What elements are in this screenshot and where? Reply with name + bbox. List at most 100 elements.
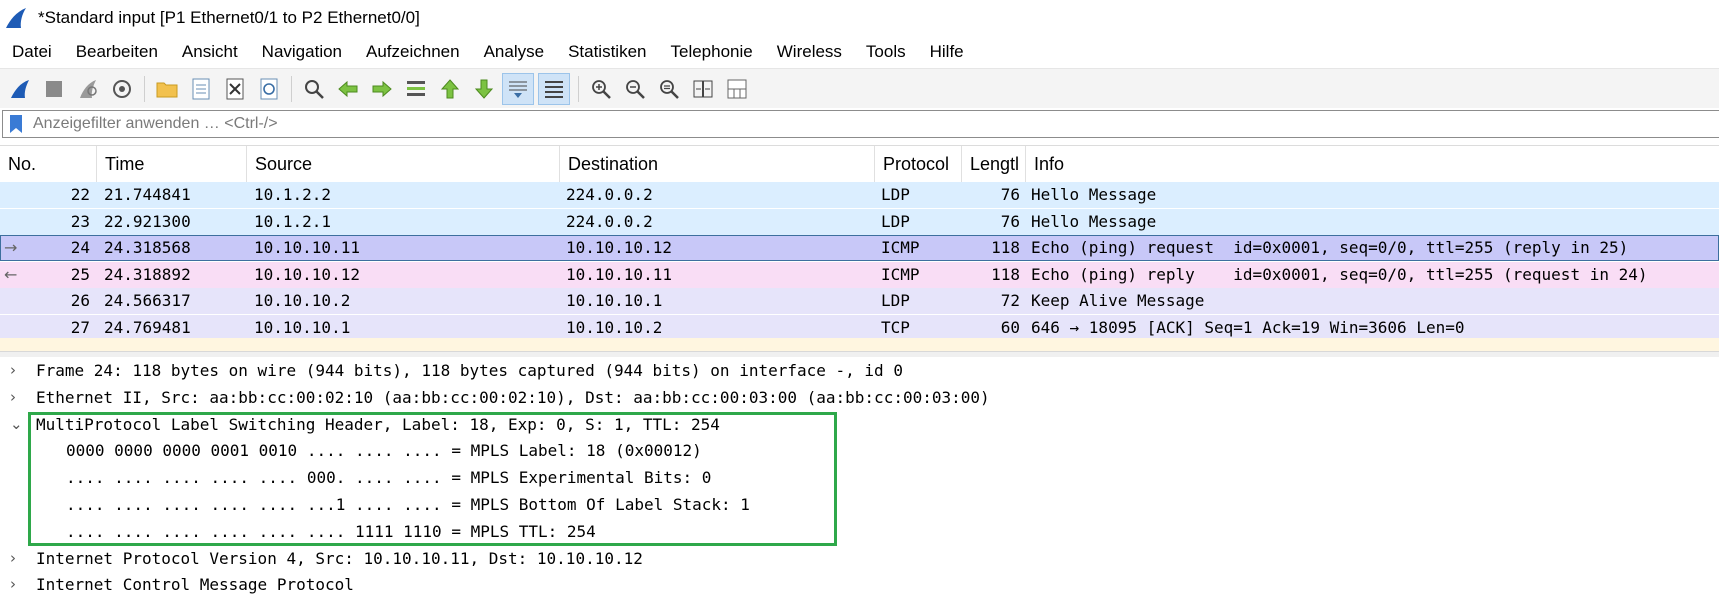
- title-bar: *Standard input [P1 Ethernet0/1 to P2 Et…: [0, 0, 1719, 36]
- packet-cell-src: 10.10.10.11: [254, 238, 360, 257]
- restart-icon[interactable]: [74, 75, 102, 103]
- packet-details-tree: › Frame 24: 118 bytes on wire (944 bits),…: [0, 357, 1719, 612]
- detail-text: MultiProtocol Label Switching Header, La…: [36, 414, 720, 434]
- packet-cell-proto: LDP: [881, 291, 910, 310]
- zoom-in-icon[interactable]: [587, 75, 615, 103]
- forward-arrow-icon[interactable]: [368, 75, 396, 103]
- packet-cell-proto: TCP: [881, 317, 910, 337]
- detail-section[interactable]: › Ethernet II, Src: aa:bb:cc:00:02:10 (aa…: [0, 384, 1719, 411]
- detail-field[interactable]: 0000 0000 0000 0001 0010 .... .... .... …: [0, 437, 1719, 464]
- toolbar-separator: [144, 76, 145, 102]
- first-packet-icon[interactable]: [436, 75, 464, 103]
- back-arrow-icon[interactable]: [334, 75, 362, 103]
- wireshark-logo-icon: [6, 8, 26, 28]
- chevron-right-icon[interactable]: ›: [10, 571, 16, 598]
- menu-navigation[interactable]: Navigation: [250, 36, 354, 68]
- packet-cell-len: 76: [1000, 211, 1020, 231]
- chevron-right-icon[interactable]: ›: [10, 545, 16, 572]
- menu-bearbeiten[interactable]: Bearbeiten: [64, 36, 170, 68]
- packet-cell-info: Echo (ping) request id=0x0001, seq=0/0, …: [1031, 238, 1629, 257]
- display-filter-input[interactable]: [31, 114, 1635, 134]
- packet-cell-time: 22.921300: [104, 211, 191, 231]
- packet-cell-src: 10.1.2.1: [254, 211, 332, 231]
- packet-cell-time: 24.769481: [104, 317, 191, 337]
- packet-row[interactable]: → 24 24.318568 10.10.10.11 10.10.10.12 ICMP 11…: [0, 235, 1719, 261]
- packet-cell-info: Echo (ping) reply id=0x0001, seq=0/0, tt…: [1031, 264, 1648, 284]
- packet-cell-time: 24.318568: [104, 238, 191, 257]
- zoom-out-icon[interactable]: [621, 75, 649, 103]
- packet-cell-no: 23: [70, 211, 90, 231]
- column-header-info[interactable]: Info: [1026, 146, 1719, 182]
- detail-section[interactable]: › Frame 24: 118 bytes on wire (944 bits),…: [0, 357, 1719, 384]
- detail-text: Ethernet II, Src: aa:bb:cc:00:02:10 (aa:…: [36, 387, 990, 407]
- close-file-icon[interactable]: [221, 75, 249, 103]
- menu-datei[interactable]: Datei: [0, 36, 64, 68]
- normal-size-icon[interactable]: [655, 75, 683, 103]
- column-header-destination[interactable]: Destination: [560, 146, 875, 182]
- column-header-source[interactable]: Source: [247, 146, 560, 182]
- packet-cell-no: 22: [70, 185, 90, 204]
- partial-packet-row[interactable]: [0, 338, 1719, 352]
- goto-packet-icon[interactable]: [402, 75, 430, 103]
- packet-cell-proto: LDP: [881, 185, 910, 204]
- capture-options-icon[interactable]: [108, 75, 136, 103]
- resize-columns-icon[interactable]: [689, 75, 717, 103]
- last-packet-icon[interactable]: [470, 75, 498, 103]
- packet-row[interactable]: 23 22.921300 10.1.2.1 224.0.0.2 LDP 76 Hello M…: [0, 208, 1719, 235]
- display-filter-box: [2, 110, 1719, 138]
- packet-row[interactable]: 26 24.566317 10.10.10.2 10.10.10.1 LDP 72 Keep…: [0, 288, 1719, 314]
- save-file-icon[interactable]: [187, 75, 215, 103]
- menu-wireless[interactable]: Wireless: [765, 36, 854, 68]
- packet-cell-src: 10.10.10.1: [254, 317, 351, 337]
- bookmark-icon[interactable]: [9, 114, 23, 134]
- packet-row[interactable]: ← 25 24.318892 10.10.10.12 10.10.10.11 ICMP 11…: [0, 261, 1719, 288]
- column-header-no[interactable]: No.: [0, 146, 97, 182]
- packet-cell-dst: 10.10.10.11: [566, 264, 672, 284]
- menu-telephonie[interactable]: Telephonie: [659, 36, 765, 68]
- shark-fin-start-icon[interactable]: [6, 75, 34, 103]
- menu-ansicht[interactable]: Ansicht: [170, 36, 250, 68]
- find-icon[interactable]: [300, 75, 328, 103]
- packet-cell-dst: 10.10.10.12: [566, 238, 672, 257]
- packet-row[interactable]: 22 21.744841 10.1.2.2 224.0.0.2 LDP 76 Hello M…: [0, 182, 1719, 208]
- packet-cell-proto: ICMP: [881, 264, 920, 284]
- toolbar-separator: [291, 76, 292, 102]
- detail-text: .... .... .... .... .... 000. .... .... …: [66, 468, 712, 488]
- open-folder-icon[interactable]: [153, 75, 181, 103]
- menu-tools[interactable]: Tools: [854, 36, 918, 68]
- menu-analyse[interactable]: Analyse: [472, 36, 556, 68]
- toolbar-separator: [578, 76, 579, 102]
- packet-cell-dst: 10.10.10.1: [566, 291, 663, 310]
- menu-hilfe[interactable]: Hilfe: [918, 36, 976, 68]
- detail-text: 0000 0000 0000 0001 0010 .... .... .... …: [66, 441, 702, 461]
- packet-cell-dst: 224.0.0.2: [566, 211, 653, 231]
- detail-field[interactable]: .... .... .... .... .... 000. .... .... …: [0, 464, 1719, 491]
- packet-cell-len: 72: [1000, 291, 1020, 310]
- packet-cell-dst: 10.10.10.2: [566, 317, 663, 337]
- autoscroll-icon[interactable]: [502, 73, 534, 105]
- packet-cell-no: 24: [70, 238, 90, 257]
- colorize-icon[interactable]: [538, 73, 570, 105]
- reload-icon[interactable]: [255, 75, 283, 103]
- column-header-length[interactable]: Lengtl: [962, 146, 1026, 182]
- detail-field[interactable]: .... .... .... .... .... ...1 .... .... …: [0, 491, 1719, 518]
- menu-bar: Datei Bearbeiten Ansicht Navigation Aufzeich…: [0, 36, 1719, 68]
- detail-field[interactable]: .... .... .... .... .... .... 1111 1110 …: [0, 518, 1719, 545]
- packet-cell-len: 118: [991, 238, 1020, 257]
- column-header-time[interactable]: Time: [97, 146, 247, 182]
- menu-statistiken[interactable]: Statistiken: [556, 36, 658, 68]
- detail-section[interactable]: › Internet Control Message Protocol: [0, 571, 1719, 598]
- detail-section[interactable]: › Internet Protocol Version 4, Src: 10.10…: [0, 545, 1719, 572]
- menu-aufzeichnen[interactable]: Aufzeichnen: [354, 36, 472, 68]
- layout-icon[interactable]: [723, 75, 751, 103]
- stop-icon[interactable]: [40, 75, 68, 103]
- detail-section[interactable]: ⌄ MultiProtocol Label Switching Header, L…: [0, 411, 1719, 438]
- packet-cell-info: Keep Alive Message: [1031, 291, 1205, 310]
- packet-row[interactable]: 27 24.769481 10.10.10.1 10.10.10.2 TCP 60 646 …: [0, 314, 1719, 341]
- packet-cell-no: 26: [70, 291, 90, 310]
- column-header-protocol[interactable]: Protocol: [875, 146, 962, 182]
- chevron-right-icon[interactable]: ›: [10, 384, 16, 411]
- detail-text: Internet Protocol Version 4, Src: 10.10.…: [36, 548, 643, 568]
- chevron-right-icon[interactable]: ›: [10, 357, 16, 384]
- chevron-down-icon[interactable]: ⌄: [10, 411, 23, 438]
